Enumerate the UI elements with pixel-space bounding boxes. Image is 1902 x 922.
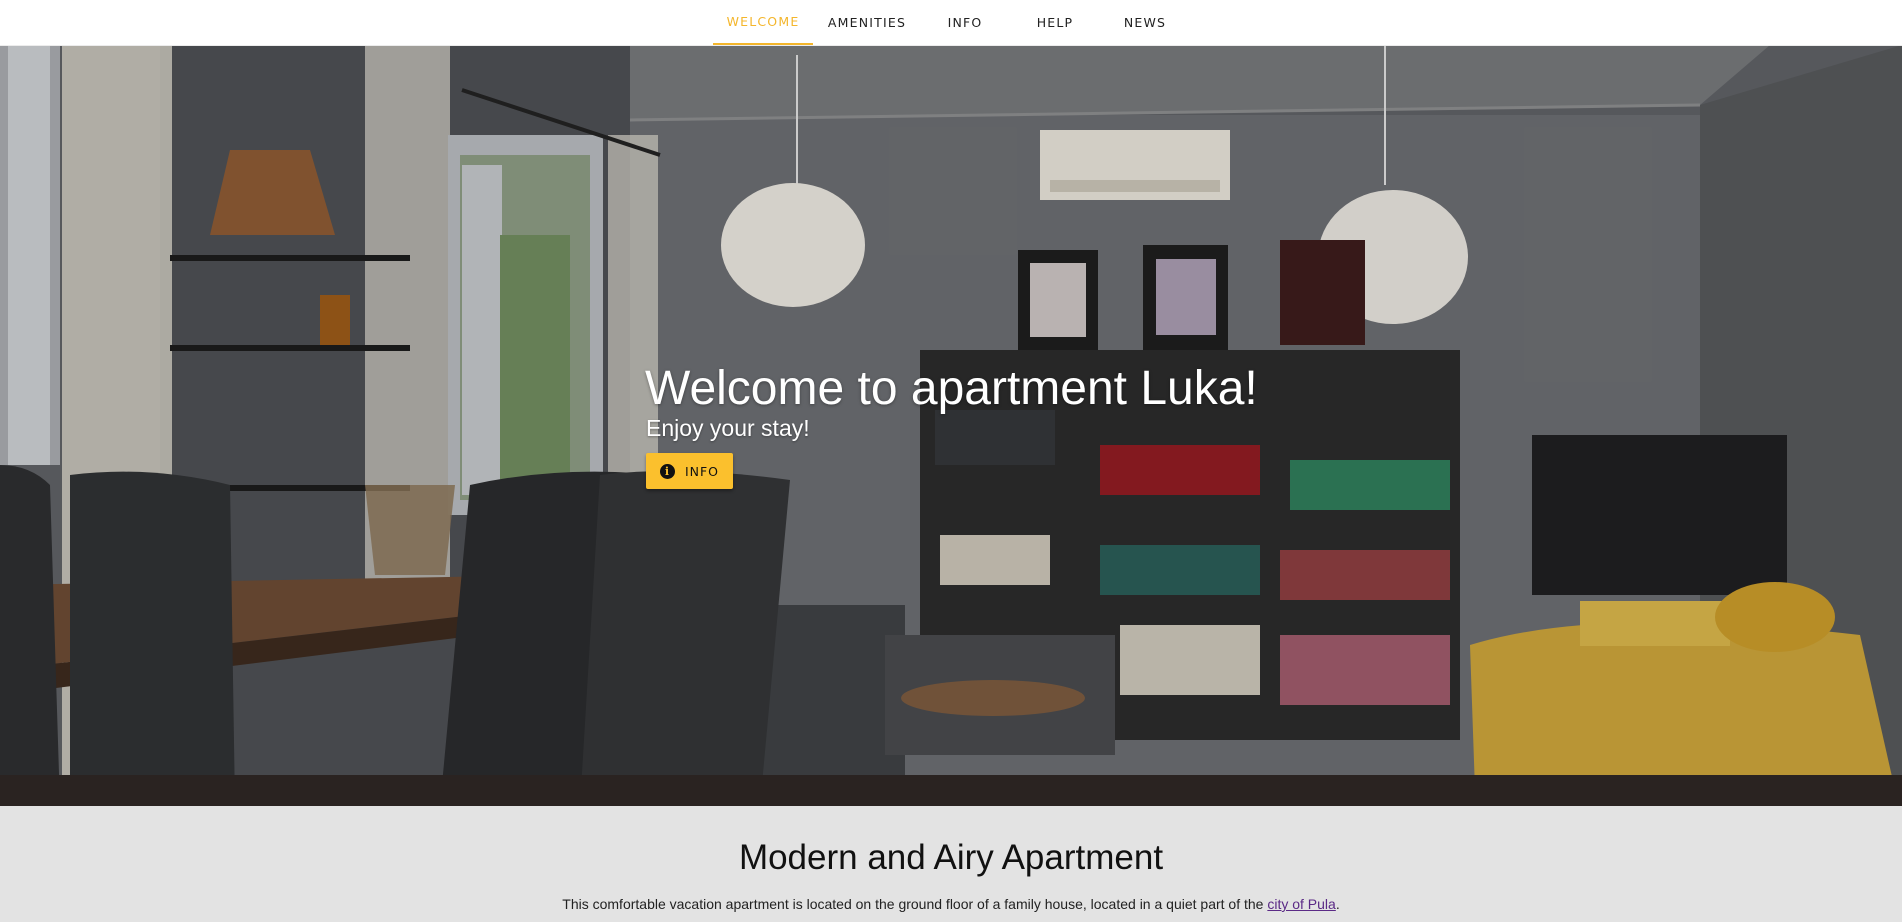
nav-item-news[interactable]: NEWS [1095,0,1195,45]
hero-info-button[interactable]: i INFO [646,453,733,489]
nav-item-amenities[interactable]: AMENITIES [817,0,917,45]
top-nav: WELCOME AMENITIES INFO HELP NEWS [0,0,1902,46]
hero-subtitle: Enjoy your stay! [646,415,810,441]
intro-section: Modern and Airy Apartment This comfortab… [0,806,1902,922]
city-of-pula-link[interactable]: city of Pula [1267,896,1335,912]
info-icon: i [659,463,675,479]
hero-title: Welcome to apartment Luka! [645,362,1258,415]
nav-item-help[interactable]: HELP [1005,0,1105,45]
hero-section: Welcome to apartment Luka! Enjoy your st… [0,45,1902,806]
intro-text-after: . [1335,896,1340,912]
nav-item-info[interactable]: INFO [915,0,1015,45]
intro-title: Modern and Airy Apartment [738,838,1164,877]
nav-item-welcome[interactable]: WELCOME [713,0,813,45]
intro-text-before: This comfortable vacation apartment is l… [562,896,1268,912]
intro-text: This comfortable vacation apartment is l… [0,896,1902,912]
hero-info-button-label: INFO [684,463,720,479]
hero-overlay [0,45,1902,806]
